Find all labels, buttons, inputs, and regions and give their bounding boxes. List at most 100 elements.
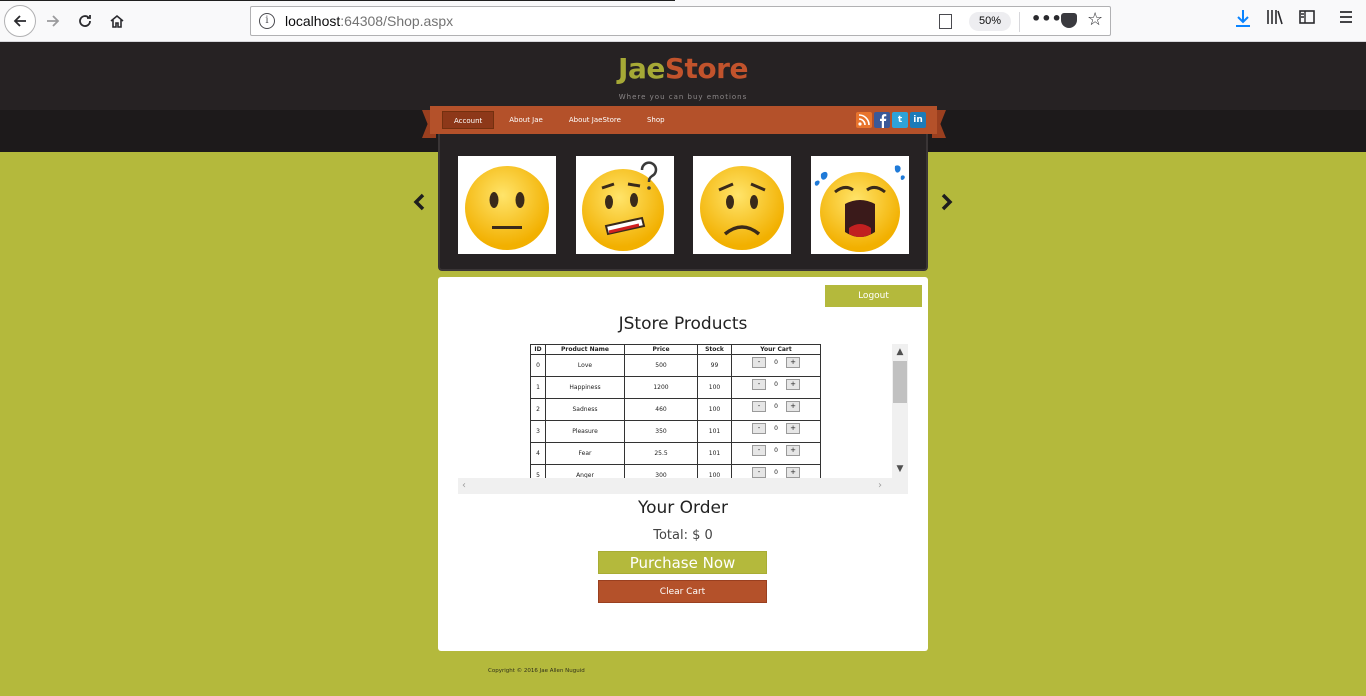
increase-button[interactable]: +: [786, 379, 800, 390]
back-button[interactable]: [4, 5, 36, 37]
cell-cart: - 0 +: [731, 442, 821, 465]
cell-stock: 100: [697, 398, 732, 421]
main-nav: Account About Jae About JaeStore Shop t …: [430, 106, 937, 134]
cell-price: 25.5: [624, 442, 698, 465]
bookmark-star-icon[interactable]: ☆: [1087, 9, 1103, 30]
order-title: Your Order: [637, 498, 728, 518]
slide-confused-face[interactable]: [576, 156, 674, 254]
decrease-button[interactable]: -: [752, 445, 766, 456]
shop-panel: Logout JStore Products ID Product Name P…: [438, 277, 928, 651]
url-host: localhost: [285, 13, 341, 29]
decrease-button[interactable]: -: [752, 379, 766, 390]
slider-prev-arrow[interactable]: [412, 192, 426, 217]
page-actions-icon[interactable]: •••: [1031, 9, 1062, 28]
clear-cart-button[interactable]: Clear Cart: [598, 580, 767, 603]
reload-button[interactable]: [70, 6, 100, 36]
library-icon[interactable]: [1266, 8, 1284, 31]
products-grid-container[interactable]: ID Product Name Price Stock Your Cart 0 …: [458, 344, 908, 494]
cell-product-name: Sadness: [545, 398, 625, 421]
shocked-face-icon: [814, 165, 905, 252]
sidebar-icon[interactable]: [1298, 8, 1316, 31]
home-button[interactable]: [102, 6, 132, 36]
quantity-value: 0: [774, 425, 778, 432]
nav-item-about-jae[interactable]: About Jae: [498, 111, 554, 129]
scroll-right-icon[interactable]: ›: [878, 478, 882, 494]
cell-id: 4: [530, 442, 546, 465]
quantity-value: 0: [774, 359, 778, 366]
table-row: 3 Pleasure 350 101 - 0 +: [530, 420, 821, 443]
increase-button[interactable]: +: [786, 357, 800, 368]
emotion-slider: [438, 134, 928, 271]
scroll-thumb[interactable]: [893, 361, 907, 403]
cell-stock: 101: [697, 442, 732, 465]
products-table: ID Product Name Price Stock Your Cart 0 …: [530, 344, 821, 487]
site-info-icon[interactable]: i: [259, 13, 275, 29]
nav-item-shop[interactable]: Shop: [636, 111, 676, 129]
menu-icon[interactable]: [1338, 8, 1354, 31]
column-header-product-name: Product Name: [545, 344, 625, 355]
twitter-icon[interactable]: t: [892, 112, 908, 128]
quantity-stepper: - 0 +: [752, 401, 800, 412]
cell-stock: 100: [697, 376, 732, 399]
slide-worried-face[interactable]: [693, 156, 791, 254]
rss-icon[interactable]: [856, 112, 872, 128]
horizontal-scrollbar[interactable]: ‹ ›: [458, 478, 908, 494]
zoom-level[interactable]: 50%: [969, 12, 1012, 31]
purchase-now-button[interactable]: Purchase Now: [598, 551, 767, 574]
slider-next-arrow[interactable]: [940, 192, 954, 217]
url-path: :64308/Shop.aspx: [340, 13, 454, 29]
site-logo[interactable]: JaeStore: [0, 52, 1366, 85]
cell-cart: - 0 +: [731, 420, 821, 443]
reader-view-icon[interactable]: [939, 14, 952, 29]
slide-shocked-face[interactable]: [811, 156, 909, 254]
decrease-button[interactable]: -: [752, 401, 766, 412]
increase-button[interactable]: +: [786, 467, 800, 478]
vertical-scrollbar[interactable]: ▲ ▼: [892, 344, 908, 478]
slide-neutral-face[interactable]: [458, 156, 556, 254]
cell-price: 500: [624, 354, 698, 377]
url-text[interactable]: localhost:64308/Shop.aspx: [285, 13, 453, 29]
facebook-icon[interactable]: [874, 112, 890, 128]
nav-menu: Account About Jae About JaeStore Shop: [442, 111, 676, 129]
scroll-up-icon[interactable]: ▲: [892, 345, 908, 359]
table-row: 4 Fear 25.5 101 - 0 +: [530, 442, 821, 465]
worried-face-icon: [700, 166, 784, 250]
download-icon[interactable]: [1234, 8, 1252, 33]
linkedin-icon[interactable]: in: [910, 112, 926, 128]
scroll-down-icon[interactable]: ▼: [892, 462, 908, 476]
increase-button[interactable]: +: [786, 401, 800, 412]
cell-product-name: Love: [545, 354, 625, 377]
pocket-icon[interactable]: [1061, 13, 1077, 28]
cell-id: 3: [530, 420, 546, 443]
quantity-stepper: - 0 +: [752, 423, 800, 434]
cell-stock: 99: [697, 354, 732, 377]
home-icon: [110, 14, 124, 28]
logout-button[interactable]: Logout: [825, 285, 922, 307]
chevron-left-icon: [413, 193, 425, 211]
quantity-value: 0: [774, 447, 778, 454]
order-total: Total: $ 0: [653, 528, 713, 543]
quantity-stepper: - 0 +: [752, 379, 800, 390]
decrease-button[interactable]: -: [752, 467, 766, 478]
quantity-stepper: - 0 +: [752, 357, 800, 368]
site-tagline: Where you can buy emotions: [618, 93, 748, 101]
decrease-button[interactable]: -: [752, 423, 766, 434]
column-header-id: ID: [530, 344, 546, 355]
quantity-stepper: - 0 +: [752, 467, 800, 478]
column-header-your-cart: Your Cart: [731, 344, 821, 355]
table-row: 1 Happiness 1200 100 - 0 +: [530, 376, 821, 399]
decrease-button[interactable]: -: [752, 357, 766, 368]
scroll-left-icon[interactable]: ‹: [462, 478, 466, 494]
logo-store: Store: [664, 52, 749, 85]
increase-button[interactable]: +: [786, 445, 800, 456]
cell-cart: - 0 +: [731, 354, 821, 377]
nav-item-about-jaestore[interactable]: About JaeStore: [558, 111, 632, 129]
nav-item-account[interactable]: Account: [442, 111, 495, 129]
url-bar[interactable]: i localhost:64308/Shop.aspx 50% ••• ☆: [250, 6, 1111, 36]
increase-button[interactable]: +: [786, 423, 800, 434]
footer-copyright: Copyright © 2016 Jae Allen Nuguid: [488, 668, 585, 674]
cell-id: 1: [530, 376, 546, 399]
cell-stock: 101: [697, 420, 732, 443]
chevron-right-icon: [941, 193, 953, 211]
forward-button[interactable]: [38, 6, 68, 36]
